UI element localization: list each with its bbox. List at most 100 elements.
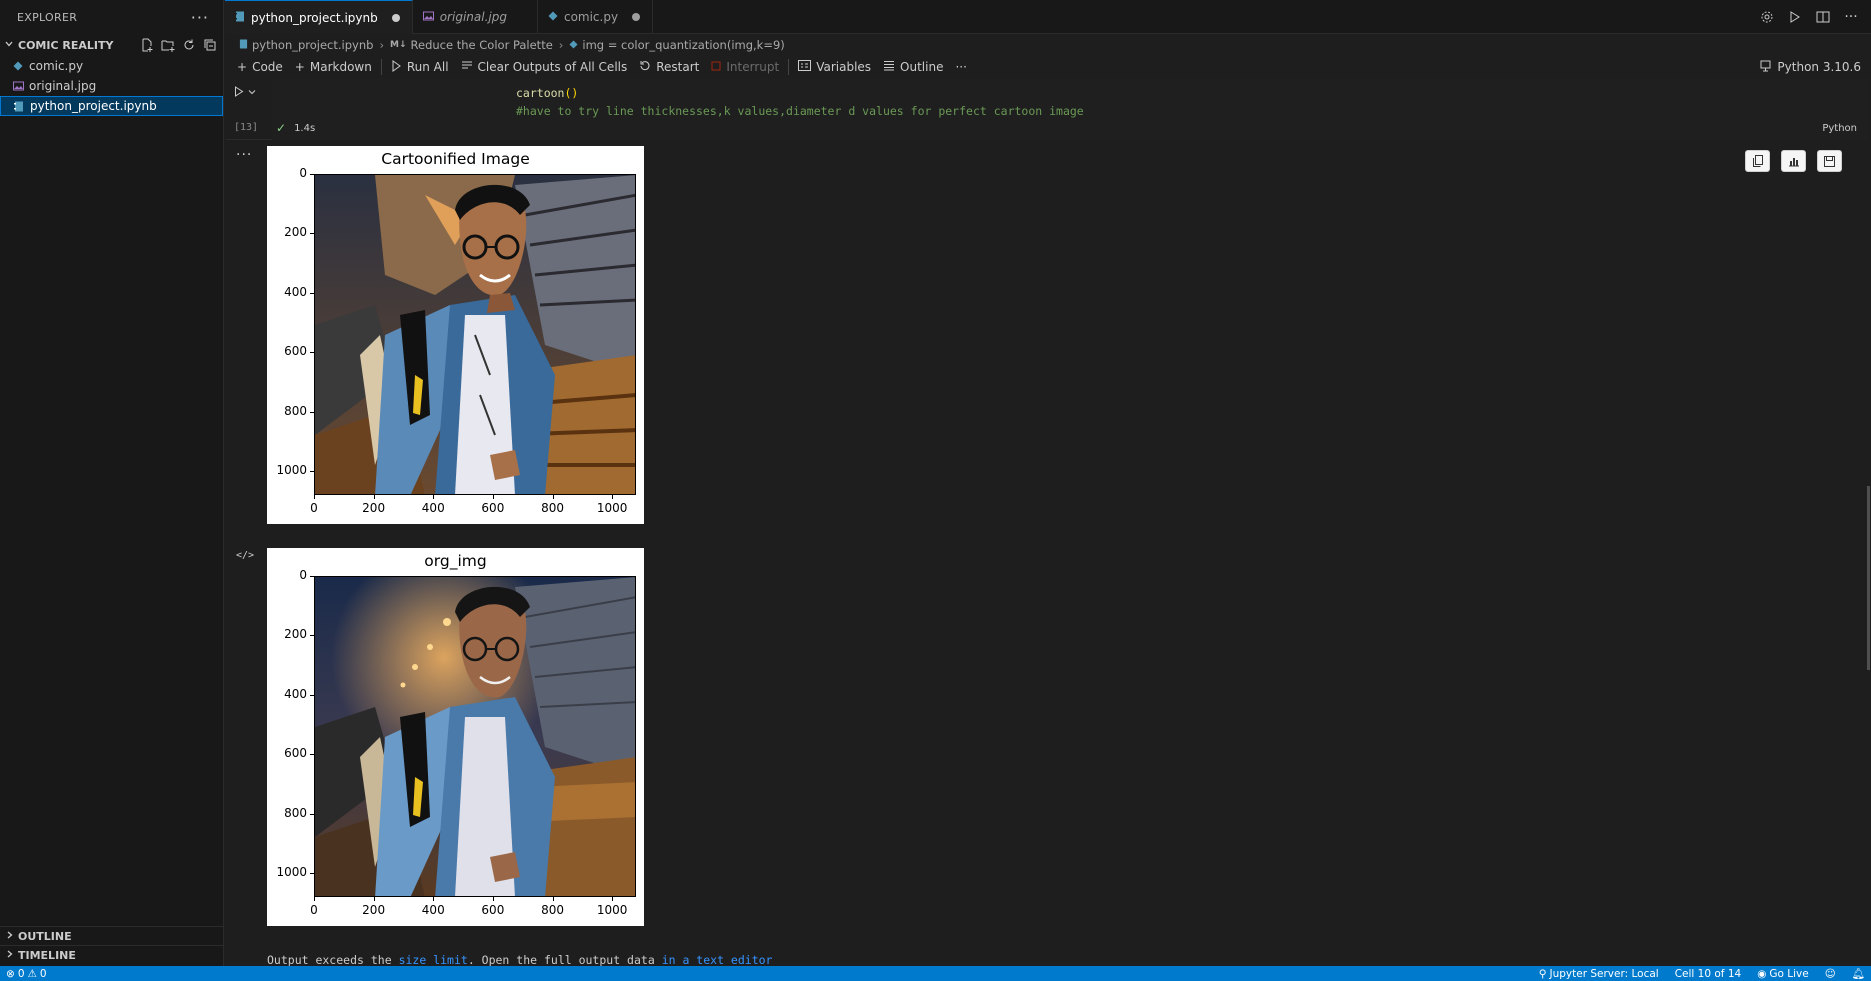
file-label: python_project.ipynb	[30, 99, 157, 113]
timeline-section[interactable]: TIMELINE	[0, 945, 224, 965]
y-tick-mark	[310, 471, 314, 473]
x-tick-mark	[552, 897, 554, 901]
save-icon[interactable]	[1817, 150, 1842, 172]
file-python-project-ipynb[interactable]: python_project.ipynb	[0, 96, 223, 116]
split-editor-icon[interactable]	[1815, 9, 1831, 25]
add-markdown-button[interactable]: + Markdown	[289, 56, 378, 78]
add-markdown-label: Markdown	[309, 60, 372, 74]
feedback-icon[interactable]: ☺	[1825, 968, 1836, 980]
more-actions-icon[interactable]: ···	[1843, 9, 1859, 25]
run-icon[interactable]	[1787, 9, 1803, 25]
explorer-sidebar: EXPLORER ··· COMIC REALITY comic.py orig…	[0, 0, 224, 966]
output-more-button[interactable]: ···	[236, 147, 252, 163]
copy-icon[interactable]	[1745, 150, 1770, 172]
python-file-icon	[548, 10, 558, 24]
tab-python-project-ipynb[interactable]: python_project.ipynb	[225, 0, 413, 34]
chevron-right-icon: ›	[558, 38, 564, 52]
y-tick-label: 0	[299, 568, 307, 582]
output-actions	[1745, 150, 1842, 172]
cell-position[interactable]: Cell 10 of 14	[1675, 968, 1741, 980]
kernel-icon	[1760, 60, 1771, 75]
kernel-picker[interactable]: Python 3.10.6	[1760, 60, 1871, 75]
error-count: 0	[17, 967, 25, 980]
run-all-label: Run All	[406, 60, 449, 74]
plug-icon: ⚲	[1538, 967, 1547, 980]
toolbar-divider	[788, 59, 790, 75]
breadcrumb: python_project.ipynb › M↓ Reduce the Col…	[225, 34, 1871, 56]
breadcrumb-section[interactable]: Reduce the Color Palette	[411, 38, 553, 52]
x-tick-label: 600	[481, 501, 505, 515]
outline-list-icon	[883, 60, 895, 74]
vertical-scrollbar[interactable]	[1867, 486, 1870, 670]
size-limit-link[interactable]: size limit	[399, 953, 468, 967]
chevron-right-icon	[6, 930, 18, 943]
broadcast-icon: ◉	[1757, 967, 1767, 980]
collapse-all-icon[interactable]	[203, 38, 217, 52]
python-file-icon	[569, 38, 578, 52]
tab-original-jpg[interactable]: original.jpg	[413, 0, 538, 34]
tab-comic-py[interactable]: comic.py	[538, 0, 654, 34]
chevron-down-icon	[4, 39, 18, 52]
error-icon: ⊗	[6, 967, 15, 980]
add-code-button[interactable]: + Code	[231, 56, 289, 78]
breadcrumb-file[interactable]: python_project.ipynb	[252, 38, 373, 52]
restart-button[interactable]: Restart	[633, 56, 705, 78]
file-original-jpg[interactable]: original.jpg	[0, 76, 223, 96]
markdown-icon: M↓	[390, 40, 407, 50]
toolbar-more-button[interactable]: ···	[949, 56, 972, 78]
chart-icon[interactable]	[1781, 150, 1806, 172]
y-tick-label: 0	[299, 166, 307, 180]
interrupt-button[interactable]: Interrupt	[705, 56, 785, 78]
unsaved-dot-icon[interactable]	[632, 13, 641, 21]
explorer-more-button[interactable]: ···	[191, 8, 209, 27]
variables-icon	[798, 60, 812, 74]
outline-section[interactable]: OUTLINE	[0, 926, 224, 946]
cell-status: ✓ 1.4s	[276, 121, 315, 135]
code-icon[interactable]: </>	[236, 550, 254, 561]
refresh-icon[interactable]	[182, 38, 196, 52]
image-file-icon	[13, 81, 29, 91]
folder-label: COMIC REALITY	[18, 38, 114, 52]
y-tick-mark	[310, 694, 314, 696]
folder-comic-reality[interactable]: COMIC REALITY	[0, 34, 223, 56]
restart-icon	[639, 60, 651, 75]
code-cell[interactable]: cartoon() #have to try line thicknesses,…	[226, 78, 1869, 140]
clear-outputs-button[interactable]: Clear Outputs of All Cells	[455, 56, 634, 78]
y-tick-mark	[310, 813, 314, 815]
python-file-icon	[13, 61, 29, 71]
image-file-icon	[422, 10, 434, 24]
explorer-header: EXPLORER ···	[0, 0, 223, 34]
outline-button[interactable]: Outline	[877, 56, 949, 78]
run-cell-button[interactable]	[234, 86, 256, 97]
file-comic-py[interactable]: comic.py	[0, 56, 223, 76]
x-tick-label: 600	[481, 903, 505, 917]
new-file-icon[interactable]	[140, 38, 154, 52]
y-tick-label: 800	[284, 403, 307, 418]
run-all-button[interactable]: Run All	[385, 56, 455, 78]
execution-count: [13]	[234, 122, 259, 133]
y-tick-label: 800	[284, 805, 307, 820]
x-tick-label: 400	[421, 903, 445, 917]
notebook-file-icon	[14, 101, 30, 112]
y-tick-mark	[310, 576, 314, 577]
cartoonified-photo-image	[314, 174, 636, 495]
x-tick-mark	[492, 495, 494, 499]
new-folder-icon[interactable]	[161, 38, 175, 52]
problems-indicator[interactable]: ⊗ 0 ⚠ 0	[6, 968, 47, 980]
x-tick-label: 200	[362, 501, 386, 515]
tab-label: original.jpg	[439, 10, 507, 24]
cell-language[interactable]: Python	[1822, 123, 1857, 134]
figure-title: org_img	[424, 552, 487, 570]
open-text-editor-link[interactable]: in a text editor	[662, 953, 773, 967]
code-content[interactable]: cartoon() #have to try line thicknesses,…	[516, 84, 1084, 120]
go-live-button[interactable]: ◉ Go Live	[1757, 968, 1809, 980]
breadcrumb-symbol[interactable]: img = color_quantization(img,k=9)	[582, 38, 784, 52]
bell-icon[interactable]: 🔔︎	[1852, 967, 1865, 980]
unsaved-dot-icon[interactable]	[391, 13, 400, 22]
jupyter-server-status[interactable]: ⚲ Jupyter Server: Local	[1539, 968, 1659, 980]
y-tick-mark	[310, 352, 314, 354]
file-label: comic.py	[29, 59, 84, 73]
gear-icon[interactable]	[1759, 9, 1775, 25]
variables-button[interactable]: Variables	[792, 56, 877, 78]
outline-label: Outline	[900, 60, 944, 74]
